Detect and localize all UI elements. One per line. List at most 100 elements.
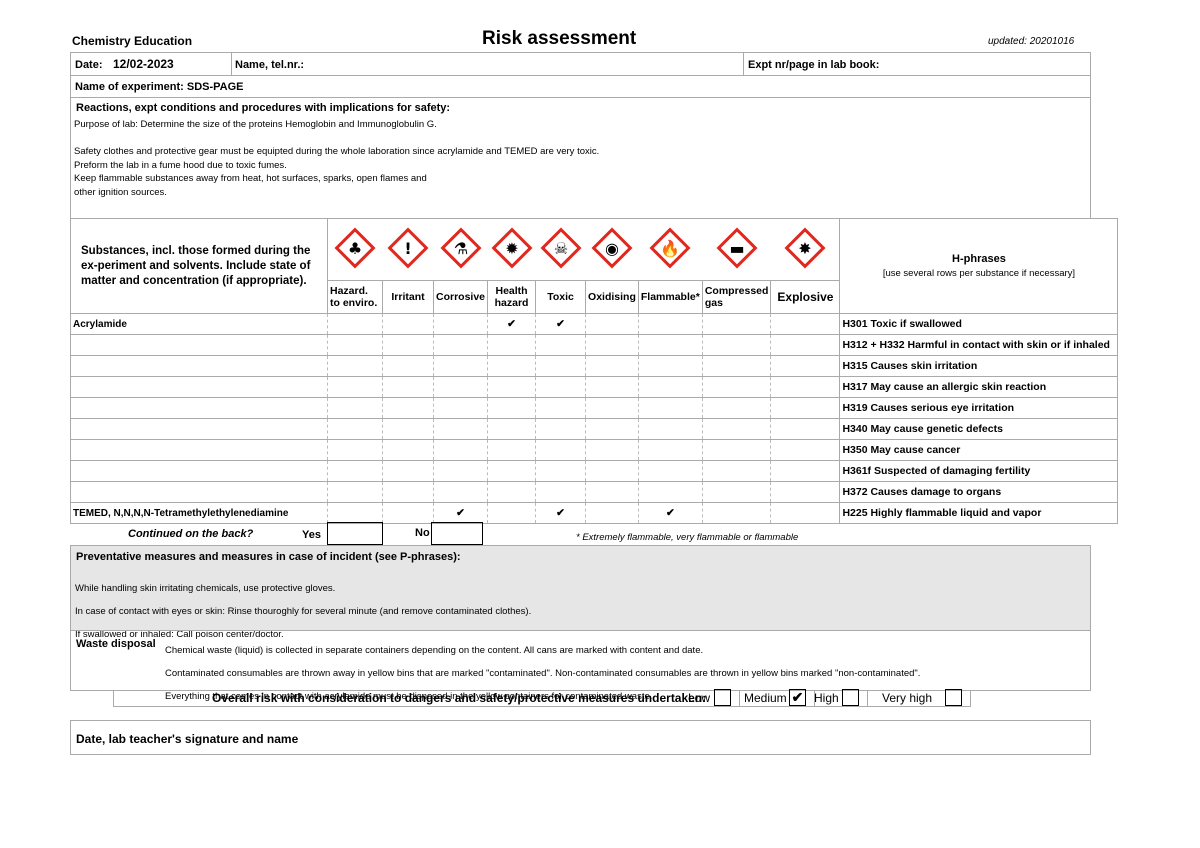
hazard-checkbox[interactable]: [382, 397, 434, 419]
hazard-checkbox[interactable]: [432, 334, 489, 356]
hazard-checkbox[interactable]: [487, 481, 537, 503]
hazard-checkbox[interactable]: [770, 334, 841, 356]
hazard-checkbox[interactable]: [770, 313, 841, 335]
hazard-checkbox[interactable]: [585, 439, 639, 461]
hazard-checkbox[interactable]: [535, 460, 587, 482]
hazard-checkbox[interactable]: [585, 355, 639, 377]
hazard-checkbox[interactable]: [382, 313, 434, 335]
hazard-checkbox[interactable]: [432, 460, 489, 482]
hazard-checkbox[interactable]: [637, 313, 703, 335]
hazard-checkbox[interactable]: [770, 355, 841, 377]
hazard-checkbox[interactable]: [770, 397, 841, 419]
hazard-checkbox[interactable]: [770, 460, 841, 482]
hazard-checkbox[interactable]: [637, 376, 703, 398]
hazard-checkbox[interactable]: [432, 397, 489, 419]
hazard-checkbox[interactable]: [637, 418, 703, 440]
hazard-checkbox[interactable]: [701, 334, 772, 356]
hazard-checkbox[interactable]: [637, 397, 703, 419]
hazard-checkbox[interactable]: [432, 481, 489, 503]
substance-name[interactable]: [70, 481, 328, 503]
hazard-checkbox[interactable]: [535, 481, 587, 503]
date-field[interactable]: 12/02-2023: [113, 57, 174, 71]
hazard-checkbox[interactable]: [637, 355, 703, 377]
hazard-checkbox[interactable]: [585, 481, 639, 503]
hazard-checkbox[interactable]: [637, 481, 703, 503]
hazard-checkbox[interactable]: [487, 355, 537, 377]
hazard-checkbox[interactable]: [327, 397, 383, 419]
hazard-checkbox[interactable]: ✔: [535, 502, 587, 524]
hazard-checkbox[interactable]: [585, 418, 639, 440]
yes-checkbox[interactable]: [327, 522, 383, 545]
hazard-checkbox[interactable]: [487, 502, 537, 524]
signature-section[interactable]: Date, lab teacher's signature and name: [70, 720, 1091, 755]
hazard-checkbox[interactable]: [327, 334, 383, 356]
hazard-checkbox[interactable]: [327, 376, 383, 398]
hazard-checkbox[interactable]: [585, 502, 639, 524]
hazard-checkbox[interactable]: [487, 376, 537, 398]
substance-name[interactable]: [70, 334, 328, 356]
hazard-checkbox[interactable]: [382, 334, 434, 356]
reactions-text[interactable]: Purpose of lab: Determine the size of th…: [74, 118, 599, 199]
risk-option-checkbox[interactable]: [714, 689, 731, 706]
substance-name[interactable]: [70, 418, 328, 440]
hazard-checkbox[interactable]: [382, 355, 434, 377]
h-phrase[interactable]: H361f Suspected of damaging fertility: [839, 460, 1119, 482]
hazard-checkbox[interactable]: [585, 460, 639, 482]
hazard-checkbox[interactable]: [327, 502, 383, 524]
hazard-checkbox[interactable]: [487, 460, 537, 482]
hazard-checkbox[interactable]: [327, 313, 383, 335]
hazard-checkbox[interactable]: [382, 502, 434, 524]
hazard-checkbox[interactable]: [327, 355, 383, 377]
hazard-checkbox[interactable]: [535, 355, 587, 377]
h-phrase[interactable]: H317 May cause an allergic skin reaction: [839, 376, 1119, 398]
hazard-checkbox[interactable]: [487, 418, 537, 440]
hazard-checkbox[interactable]: [327, 418, 383, 440]
hazard-checkbox[interactable]: ✔: [432, 502, 489, 524]
hazard-checkbox[interactable]: [432, 376, 489, 398]
h-phrase[interactable]: H225 Highly flammable liquid and vapor: [839, 502, 1119, 524]
hazard-checkbox[interactable]: ✔: [637, 502, 703, 524]
hazard-checkbox[interactable]: [637, 460, 703, 482]
hazard-checkbox[interactable]: [535, 418, 587, 440]
hazard-checkbox[interactable]: ✔: [535, 313, 587, 335]
hazard-checkbox[interactable]: [585, 334, 639, 356]
substance-name[interactable]: [70, 355, 328, 377]
hazard-checkbox[interactable]: [637, 439, 703, 461]
hazard-checkbox[interactable]: [382, 376, 434, 398]
hazard-checkbox[interactable]: [701, 439, 772, 461]
hazard-checkbox[interactable]: [701, 355, 772, 377]
substance-name[interactable]: [70, 460, 328, 482]
hazard-checkbox[interactable]: [327, 481, 383, 503]
hazard-checkbox[interactable]: [701, 397, 772, 419]
h-phrase[interactable]: H340 May cause genetic defects: [839, 418, 1119, 440]
hazard-checkbox[interactable]: [432, 313, 489, 335]
hazard-checkbox[interactable]: [487, 439, 537, 461]
hazard-checkbox[interactable]: [701, 502, 772, 524]
h-phrase[interactable]: H350 May cause cancer: [839, 439, 1119, 461]
hazard-checkbox[interactable]: [585, 397, 639, 419]
hazard-checkbox[interactable]: [701, 376, 772, 398]
hazard-checkbox[interactable]: [535, 334, 587, 356]
hazard-checkbox[interactable]: [382, 481, 434, 503]
hazard-checkbox[interactable]: [432, 355, 489, 377]
hazard-checkbox[interactable]: [382, 460, 434, 482]
hazard-checkbox[interactable]: [432, 418, 489, 440]
no-checkbox[interactable]: [431, 522, 483, 545]
h-phrase[interactable]: H301 Toxic if swallowed: [839, 313, 1119, 335]
hazard-checkbox[interactable]: [432, 439, 489, 461]
hazard-checkbox[interactable]: [770, 481, 841, 503]
substance-name[interactable]: [70, 397, 328, 419]
hazard-checkbox[interactable]: [535, 376, 587, 398]
h-phrase[interactable]: H319 Causes serious eye irritation: [839, 397, 1119, 419]
hazard-checkbox[interactable]: [770, 439, 841, 461]
hazard-checkbox[interactable]: [701, 460, 772, 482]
hazard-checkbox[interactable]: [701, 313, 772, 335]
hazard-checkbox[interactable]: [487, 334, 537, 356]
substance-name[interactable]: [70, 376, 328, 398]
h-phrase[interactable]: H312 + H332 Harmful in contact with skin…: [839, 334, 1119, 356]
experiment-name[interactable]: Name of experiment: SDS-PAGE: [75, 81, 244, 93]
hazard-checkbox[interactable]: [701, 418, 772, 440]
substance-name[interactable]: TEMED, N,N,N,N-Tetramethylethylenediamin…: [70, 502, 328, 524]
hazard-checkbox[interactable]: [487, 397, 537, 419]
risk-option-checkbox[interactable]: [945, 689, 962, 706]
